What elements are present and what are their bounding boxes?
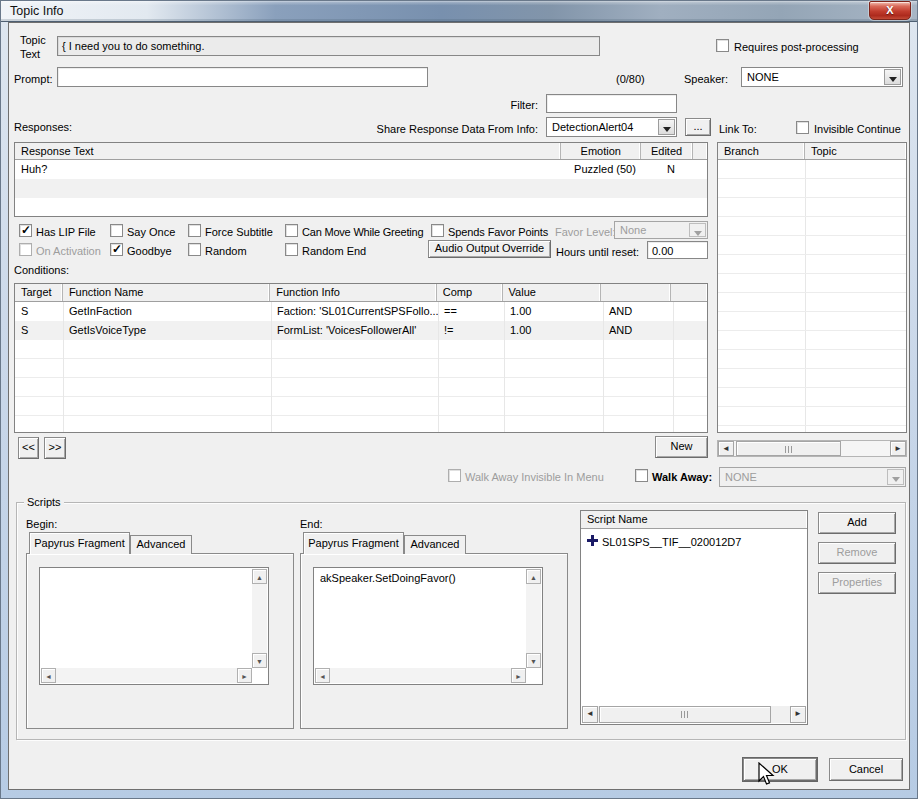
topic-info-dialog: Topic Info X TopicText { I need you to d… xyxy=(0,0,918,799)
begin-tab-advanced[interactable]: Advanced xyxy=(130,535,192,554)
force-subtitle-label: Force Subtitle xyxy=(205,225,273,239)
random-label: Random xyxy=(205,244,247,258)
scroll-right-icon[interactable]: ► xyxy=(790,706,806,723)
share-response-label: Share Response Data From Info: xyxy=(368,122,538,136)
favor-level-combo: None xyxy=(614,221,708,239)
scroll-left-icon[interactable]: ◄ xyxy=(582,706,598,723)
prompt-field[interactable] xyxy=(57,67,428,87)
script-plus-icon xyxy=(587,535,598,546)
cancel-button[interactable]: Cancel xyxy=(829,758,903,781)
mouse-cursor xyxy=(757,762,777,788)
link-to-table[interactable]: Branch Topic xyxy=(717,142,907,433)
filter-field[interactable] xyxy=(546,94,677,113)
response-table[interactable]: Response Text Emotion Edited Huh? Puzzle… xyxy=(14,142,708,217)
force-subtitle-checkbox[interactable] xyxy=(188,224,201,237)
end-label: End: xyxy=(300,517,323,531)
new-condition-button[interactable]: New xyxy=(655,436,708,458)
responses-label: Responses: xyxy=(14,120,72,134)
share-response-combo[interactable]: DetectionAlert04 xyxy=(546,117,677,137)
walk-away-combo: NONE xyxy=(719,467,906,487)
response-table-header: Response Text Emotion Edited xyxy=(15,143,707,160)
say-once-checkbox[interactable] xyxy=(110,224,123,237)
topic-text-label: TopicText xyxy=(20,33,46,61)
prev-button[interactable]: << xyxy=(18,437,39,459)
walk-away-invisible-checkbox xyxy=(448,469,461,482)
topic-text-field[interactable]: { I need you to do something. xyxy=(57,36,600,56)
close-button[interactable]: X xyxy=(869,1,911,20)
chevron-down-icon[interactable] xyxy=(658,119,675,135)
favor-level-label: Favor Level: xyxy=(555,225,616,239)
begin-code-area[interactable]: ▲▼ ◄► xyxy=(39,567,269,685)
title-bar[interactable]: Topic Info xyxy=(0,0,918,22)
random-end-label: Random End xyxy=(302,244,366,258)
scroll-right-icon[interactable]: ► xyxy=(890,441,906,456)
hours-until-reset-label: Hours until reset: xyxy=(556,245,639,259)
conditions-label: Conditions: xyxy=(14,263,69,277)
script-list-scrollbar[interactable]: ◄ ► xyxy=(582,706,806,723)
random-end-checkbox[interactable] xyxy=(285,243,298,256)
goodbye-label: Goodbye xyxy=(127,244,172,258)
script-list[interactable]: Script Name SL01SPS__TIF__020012D7 ◄ ► xyxy=(580,510,808,725)
remove-script-button[interactable]: Remove xyxy=(818,542,896,564)
begin-tab-papyrus[interactable]: Papyrus Fragment xyxy=(29,532,130,554)
end-tab-papyrus[interactable]: Papyrus Fragment xyxy=(303,532,404,554)
begin-label: Begin: xyxy=(26,517,57,531)
link-to-label: Link To: xyxy=(719,122,757,136)
prompt-label: Prompt: xyxy=(14,72,53,86)
can-move-checkbox[interactable] xyxy=(285,224,298,237)
ok-button[interactable]: OK xyxy=(743,758,817,781)
can-move-label: Can Move While Greeting xyxy=(302,225,423,239)
on-activation-label: On Activation xyxy=(36,244,101,258)
hours-until-reset-field[interactable]: 0.00 xyxy=(647,241,708,259)
prompt-counter: (0/80) xyxy=(616,72,645,86)
share-response-more-button[interactable]: ... xyxy=(685,118,711,136)
invisible-continue-label: Invisible Continue xyxy=(814,122,901,136)
response-row[interactable]: Huh? Puzzled (50) N xyxy=(15,160,707,179)
random-checkbox[interactable] xyxy=(188,243,201,256)
walk-away-checkbox[interactable] xyxy=(635,469,648,482)
add-script-button[interactable]: Add xyxy=(818,512,896,534)
on-activation-checkbox xyxy=(19,243,32,256)
conditions-table[interactable]: Target Function Name Function Info Comp … xyxy=(14,283,708,433)
spends-favor-label: Spends Favor Points xyxy=(448,225,548,239)
audio-output-override-button[interactable]: Audio Output Override xyxy=(428,240,551,258)
speaker-label: Speaker: xyxy=(684,72,728,86)
window-title: Topic Info xyxy=(10,4,64,18)
properties-script-button[interactable]: Properties xyxy=(818,572,896,594)
spends-favor-checkbox[interactable] xyxy=(431,224,444,237)
filter-label: Filter: xyxy=(460,98,538,112)
chevron-down-icon xyxy=(887,469,904,485)
has-lip-file-checkbox[interactable] xyxy=(19,224,32,237)
link-table-scrollbar[interactable]: ◄ ► xyxy=(717,440,907,457)
requires-post-processing-checkbox[interactable] xyxy=(716,39,729,52)
walk-away-label: Walk Away: xyxy=(652,470,712,484)
end-code-area[interactable]: akSpeaker.SetDoingFavor() ▲▼ ◄► xyxy=(313,567,543,685)
invisible-continue-checkbox[interactable] xyxy=(796,121,809,134)
chevron-down-icon xyxy=(689,223,706,237)
say-once-label: Say Once xyxy=(127,225,175,239)
scripts-group-label: Scripts xyxy=(24,496,64,508)
requires-post-processing-label: Requires post-processing xyxy=(734,40,859,54)
goodbye-checkbox[interactable] xyxy=(110,243,123,256)
next-button[interactable]: >> xyxy=(44,437,66,459)
walk-away-invisible-label: Walk Away Invisible In Menu xyxy=(465,470,604,484)
speaker-combo[interactable]: NONE xyxy=(741,67,903,87)
script-name[interactable]: SL01SPS__TIF__020012D7 xyxy=(602,535,741,549)
end-tab-advanced[interactable]: Advanced xyxy=(404,535,466,554)
scroll-left-icon[interactable]: ◄ xyxy=(718,441,734,456)
has-lip-file-label: Has LIP File xyxy=(36,225,96,239)
chevron-down-icon[interactable] xyxy=(884,69,901,85)
